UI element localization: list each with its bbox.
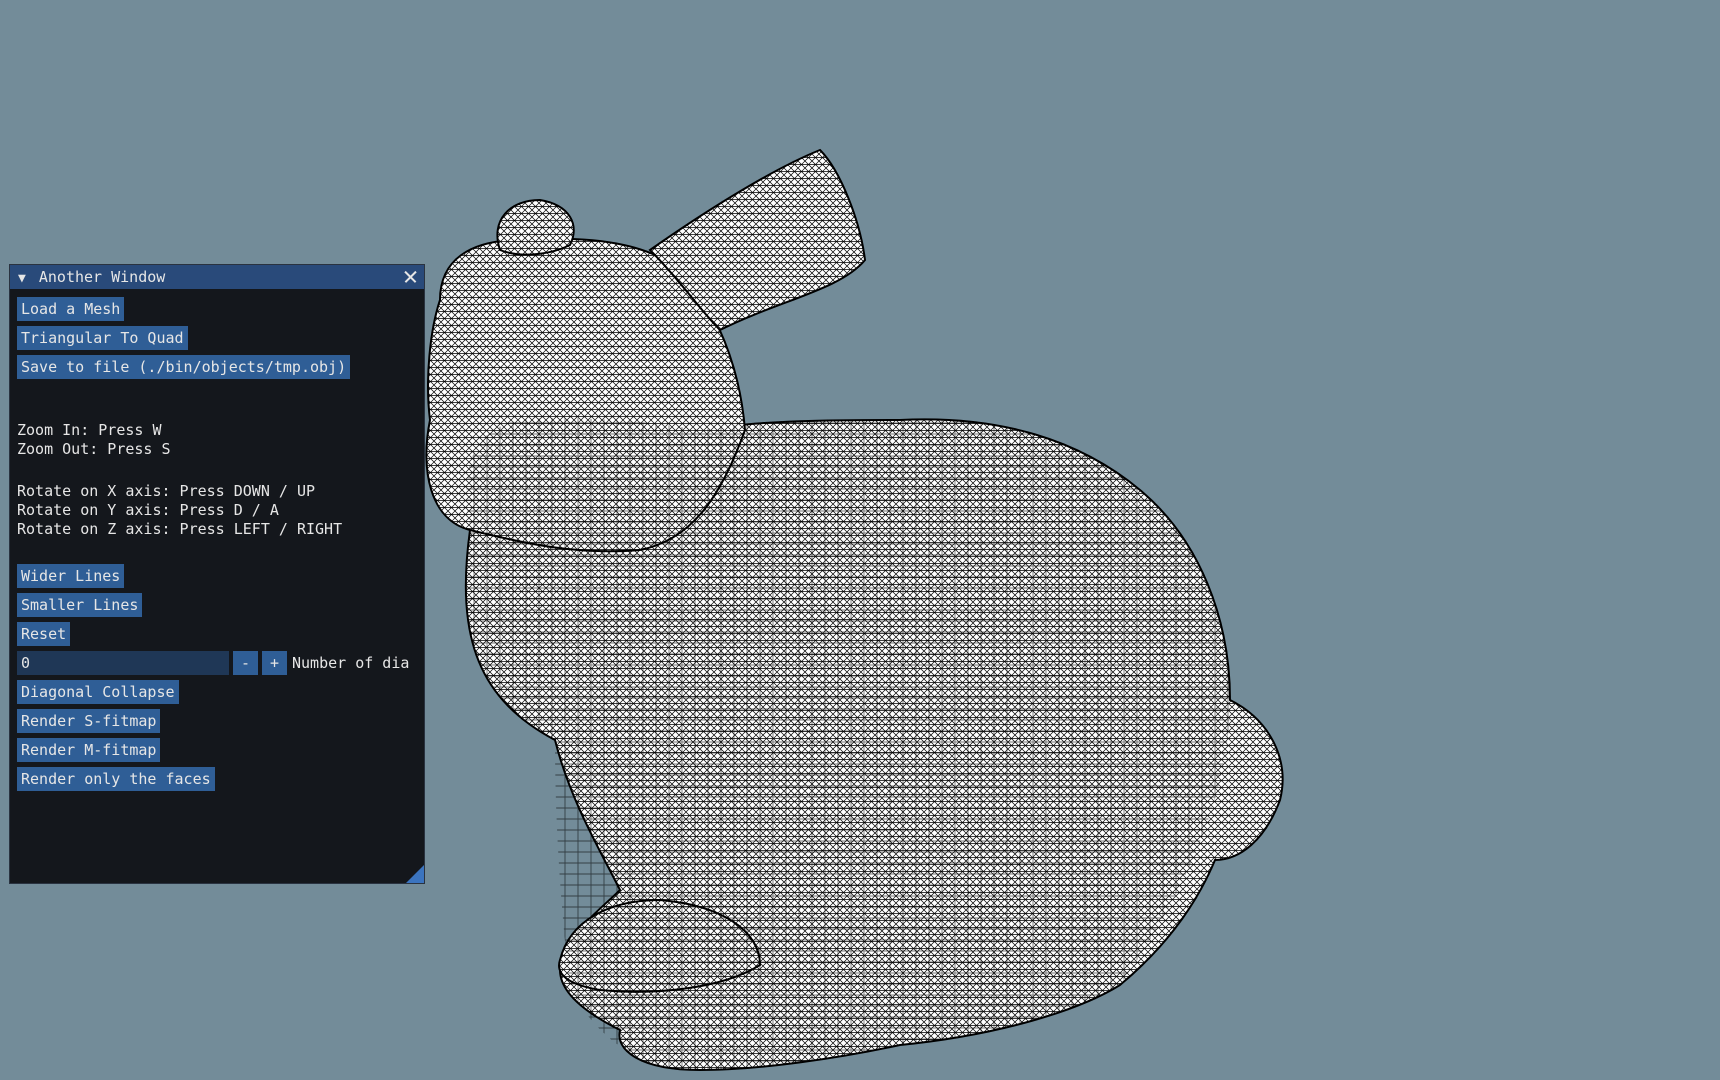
wider-lines-button[interactable]: Wider Lines	[17, 564, 125, 588]
diagonal-count-label: Number of dia	[292, 654, 410, 672]
rotate-z-help: Rotate on Z axis: Press LEFT / RIGHT	[17, 520, 343, 538]
triangular-to-quad-button[interactable]: Triangular To Quad	[17, 326, 188, 350]
render-only-faces-button[interactable]: Render only the faces	[17, 767, 215, 791]
render-s-fitmap-button[interactable]: Render S-fitmap	[17, 709, 161, 733]
window-content: Load a Mesh Triangular To Quad Save to f…	[17, 289, 424, 883]
rotate-x-help: Rotate on X axis: Press DOWN / UP	[17, 482, 316, 500]
close-icon[interactable]	[402, 265, 418, 289]
zoom-in-help: Zoom In: Press W	[17, 421, 162, 439]
another-window[interactable]: ▼ Another Window Load a Mesh Triangular …	[9, 264, 425, 884]
load-mesh-button[interactable]: Load a Mesh	[17, 297, 125, 321]
increment-button[interactable]: +	[262, 651, 287, 675]
decrement-button[interactable]: -	[233, 651, 258, 675]
window-title-bar[interactable]: ▼ Another Window	[10, 265, 424, 289]
triangle-down-icon[interactable]: ▼	[18, 267, 26, 291]
reset-button[interactable]: Reset	[17, 622, 71, 646]
diagonal-count-input[interactable]: 0	[17, 651, 229, 675]
smaller-lines-button[interactable]: Smaller Lines	[17, 593, 143, 617]
zoom-out-help: Zoom Out: Press S	[17, 440, 171, 458]
bunny-silhouette	[425, 148, 1284, 1072]
window-title: Another Window	[38, 268, 166, 286]
render-m-fitmap-button[interactable]: Render M-fitmap	[17, 738, 161, 762]
resize-grip-icon[interactable]	[406, 865, 424, 883]
rotate-y-help: Rotate on Y axis: Press D / A	[17, 501, 279, 519]
diagonal-collapse-button[interactable]: Diagonal Collapse	[17, 680, 179, 704]
save-to-file-button[interactable]: Save to file (./bin/objects/tmp.obj)	[17, 355, 351, 379]
